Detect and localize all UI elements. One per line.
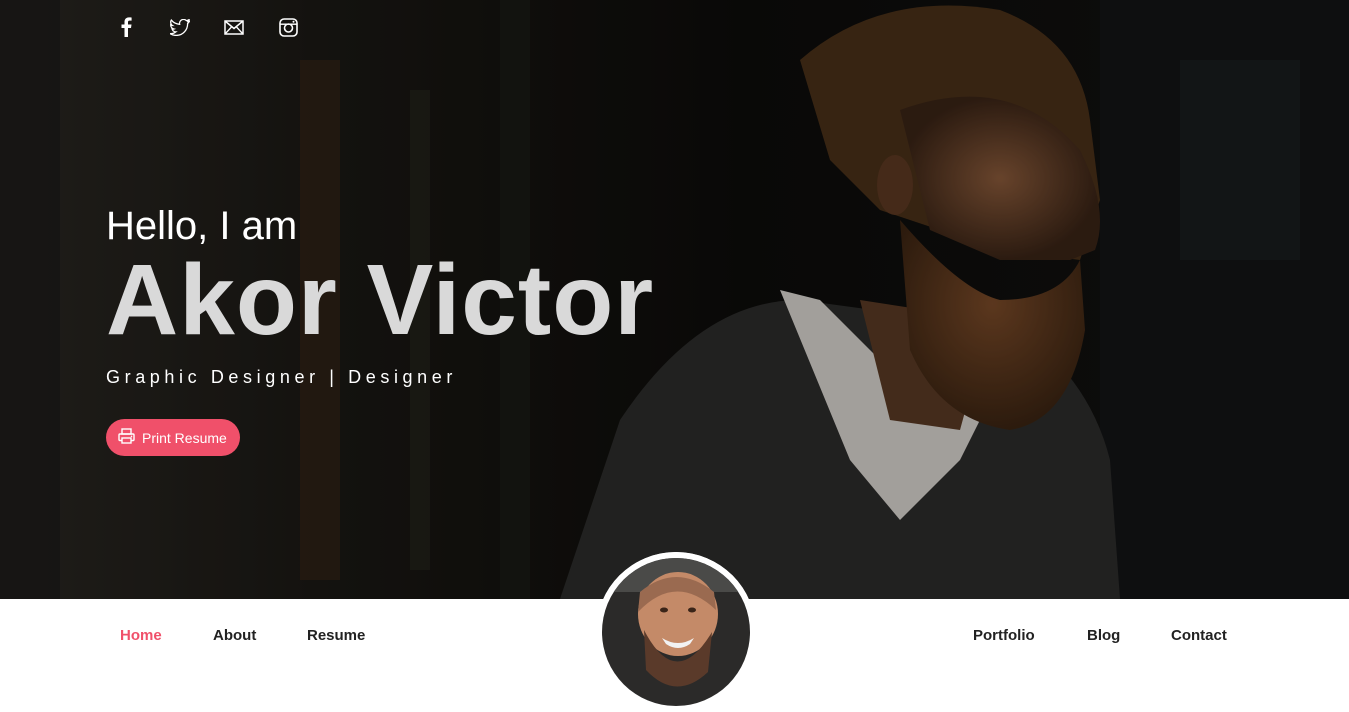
mail-icon[interactable] <box>222 15 246 39</box>
facebook-icon[interactable] <box>114 15 138 39</box>
twitter-icon[interactable] <box>168 15 192 39</box>
hero-role: Graphic Designer | Designer <box>106 367 457 387</box>
hero-intro: Hello, I am Akor Victor Graphic Designer… <box>106 200 806 388</box>
social-links <box>114 15 300 39</box>
print-resume-button[interactable]: Print Resume <box>106 419 240 456</box>
nav-contact[interactable]: Contact <box>1171 627 1227 644</box>
printer-icon <box>118 428 135 447</box>
nav-about[interactable]: About <box>213 627 256 644</box>
instagram-icon[interactable] <box>276 15 300 39</box>
nav-portfolio[interactable]: Portfolio <box>973 627 1035 644</box>
hero-name: Akor Victor <box>106 244 655 356</box>
nav-resume[interactable]: Resume <box>307 627 365 644</box>
hero-section: Hello, I am Akor Victor Graphic Designer… <box>0 0 1349 599</box>
print-resume-label: Print Resume <box>142 429 227 446</box>
nav-blog[interactable]: Blog <box>1087 627 1120 644</box>
avatar <box>596 552 756 712</box>
nav-home[interactable]: Home <box>120 627 162 644</box>
